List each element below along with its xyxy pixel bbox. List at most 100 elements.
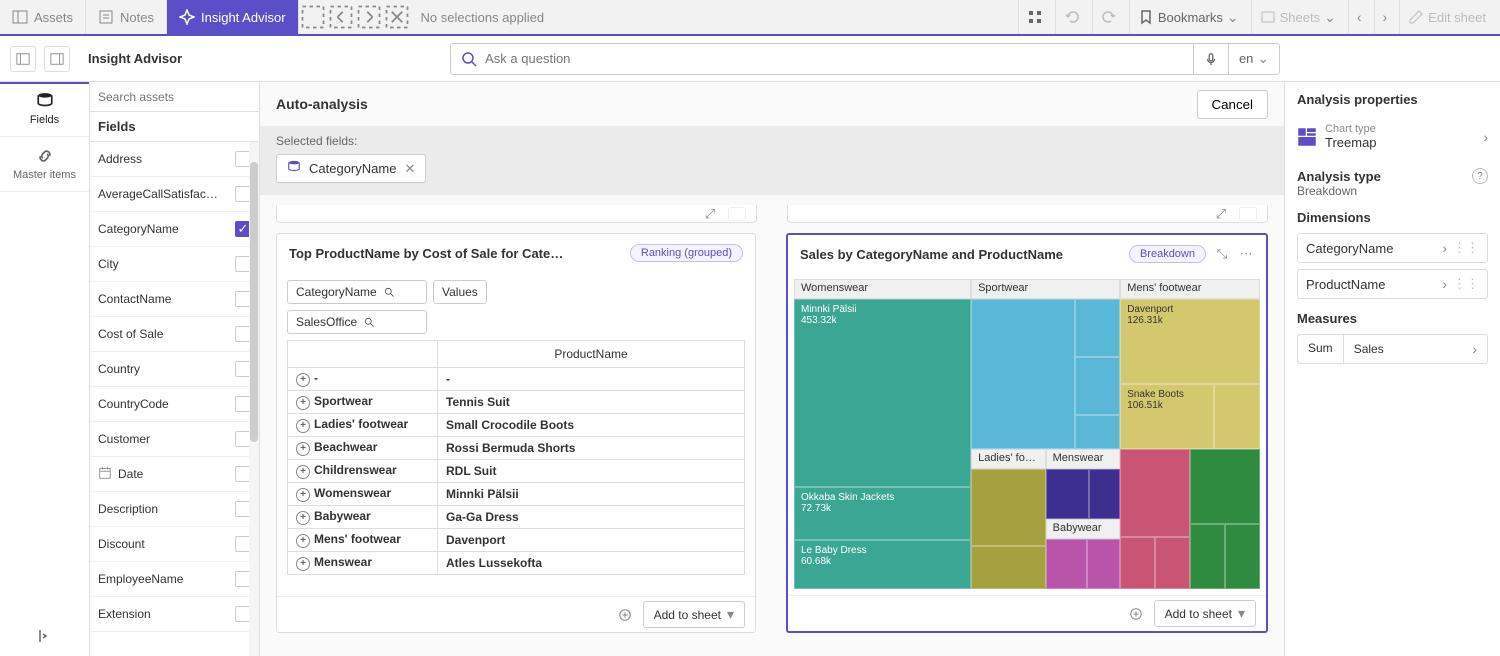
tm-sport-4[interactable]	[1075, 415, 1120, 449]
field-city[interactable]: City	[90, 247, 259, 282]
expand-icon[interactable]: +	[296, 488, 310, 502]
field-extension[interactable]: Extension	[90, 597, 259, 632]
pill-values[interactable]: Values	[433, 280, 487, 304]
drag-handle-icon[interactable]: ⋮⋮	[1453, 240, 1479, 256]
search-box[interactable]	[450, 43, 1194, 75]
table-row[interactable]: +WomenswearMinnki Pälsii	[288, 483, 745, 506]
tm-ladies-2[interactable]	[971, 546, 1046, 589]
fields-search-input[interactable]	[98, 82, 251, 111]
tm-baby-1[interactable]	[1046, 539, 1087, 589]
panel-left-button[interactable]	[10, 46, 36, 72]
scrollbar[interactable]	[249, 142, 259, 656]
selection-forward[interactable]	[355, 0, 383, 34]
tm-okkaba[interactable]: Okkaba Skin Jackets72.73k	[794, 487, 971, 540]
expand-icon[interactable]: +	[296, 442, 310, 456]
selection-clear[interactable]	[383, 0, 411, 34]
tab-assets[interactable]: Assets	[0, 0, 86, 34]
dim-productname[interactable]: ProductName›⋮⋮	[1297, 269, 1488, 299]
field-countrycode[interactable]: CountryCode	[90, 387, 259, 422]
tm-ladies-1[interactable]	[971, 469, 1046, 546]
language-dropdown[interactable]: en⌄	[1229, 43, 1280, 75]
rail-collapse[interactable]	[0, 616, 89, 656]
measure-name[interactable]: Sales›	[1344, 335, 1487, 363]
rail-fields[interactable]: Fields	[0, 82, 89, 137]
ask-question-input[interactable]	[485, 51, 1183, 66]
measure-agg[interactable]: Sum	[1298, 335, 1344, 363]
bookmarks-dropdown[interactable]: Bookmarks ⌄	[1129, 0, 1247, 34]
prev-sheet[interactable]: ‹	[1348, 0, 1370, 34]
field-customer[interactable]: Customer	[90, 422, 259, 457]
tm-sport-3[interactable]	[1075, 357, 1120, 415]
app-grid-button[interactable]	[1018, 0, 1051, 34]
expand-icon[interactable]: +	[296, 419, 310, 433]
expand-icon[interactable]: +	[296, 373, 310, 387]
table-row[interactable]: +ChildrenswearRDL Suit	[288, 460, 745, 483]
field-description[interactable]: Description	[90, 492, 259, 527]
chip-remove[interactable]: ✕	[404, 161, 415, 177]
table-row[interactable]: +Ladies' footwearSmall Crocodile Boots	[288, 414, 745, 437]
selection-tool-1[interactable]	[299, 0, 327, 34]
tm-green-2[interactable]	[1190, 524, 1225, 589]
tm-mens-1[interactable]	[1046, 469, 1089, 519]
mic-button[interactable]	[1194, 43, 1229, 75]
tm-green-3[interactable]	[1225, 524, 1260, 589]
add-to-sheet-button[interactable]: Add to sheet▾	[1154, 600, 1256, 627]
tab-notes[interactable]: Notes	[86, 0, 167, 34]
treemap-chart[interactable]: Womenswear Minnki Pälsii453.32k Okkaba S…	[794, 279, 1260, 589]
tm-baby-2[interactable]	[1087, 539, 1120, 589]
panel-right-button[interactable]	[44, 46, 70, 72]
tm-pink-1[interactable]	[1120, 449, 1190, 537]
help-icon[interactable]: ?	[1472, 168, 1488, 184]
field-discount[interactable]: Discount	[90, 527, 259, 562]
expand-icon[interactable]: +	[296, 396, 310, 410]
field-country[interactable]: Country	[90, 352, 259, 387]
explore-icon[interactable]: ⤢	[702, 206, 718, 222]
selected-chip-categoryname[interactable]: CategoryName ✕	[276, 154, 426, 183]
sheets-dropdown[interactable]: Sheets ⌄	[1251, 0, 1344, 34]
tm-pink-2[interactable]	[1120, 537, 1155, 589]
redo-button[interactable]	[1092, 0, 1125, 34]
chart-type-row[interactable]: Chart type Treemap ›	[1297, 117, 1488, 156]
add-to-sheet-button[interactable]: Add to sheet▾	[643, 601, 745, 628]
field-averagecallsatisfac[interactable]: AverageCallSatisfac…	[90, 177, 259, 212]
cancel-button[interactable]: Cancel	[1197, 90, 1269, 119]
table-row[interactable]: +MenswearAtles Lussekofta	[288, 552, 745, 575]
rail-master-items[interactable]: Master items	[0, 137, 89, 192]
tm-mf-3[interactable]	[1214, 384, 1260, 449]
field-employeename[interactable]: EmployeeName	[90, 562, 259, 597]
collapse-icon[interactable]: ⤡	[1214, 246, 1230, 262]
field-contactname[interactable]: ContactName	[90, 282, 259, 317]
expand-icon[interactable]: +	[296, 465, 310, 479]
tm-sport-1[interactable]	[971, 299, 1075, 449]
field-categoryname[interactable]: CategoryName✓	[90, 212, 259, 247]
table-row[interactable]: +Mens' footwearDavenport	[288, 529, 745, 552]
fields-search[interactable]	[90, 82, 259, 112]
tm-pink-3[interactable]	[1155, 537, 1190, 589]
expand-icon[interactable]: +	[296, 511, 310, 525]
measure-row[interactable]: Sum Sales›	[1297, 334, 1488, 364]
tm-minnki[interactable]: Minnki Pälsii453.32k	[794, 299, 971, 487]
dim-categoryname[interactable]: CategoryName›⋮⋮	[1297, 233, 1488, 263]
drag-handle-icon[interactable]: ⋮⋮	[1453, 276, 1479, 292]
tm-mens-2[interactable]	[1089, 469, 1120, 519]
explore-icon[interactable]	[1128, 606, 1144, 622]
pill-categoryname[interactable]: CategoryName	[287, 280, 427, 304]
tm-davenport[interactable]: Davenport126.31k	[1120, 299, 1260, 384]
tab-insight-advisor[interactable]: Insight Advisor	[167, 0, 299, 34]
explore-icon[interactable]	[617, 607, 633, 623]
expand-icon[interactable]: +	[296, 534, 310, 548]
more-icon[interactable]: ⋯	[1238, 246, 1254, 262]
field-address[interactable]: Address	[90, 142, 259, 177]
scrollbar-thumb[interactable]	[250, 162, 258, 442]
next-sheet[interactable]: ›	[1374, 0, 1396, 34]
undo-button[interactable]	[1055, 0, 1088, 34]
tm-green-1[interactable]	[1190, 449, 1260, 524]
field-costofsale[interactable]: Cost of Sale	[90, 317, 259, 352]
table-row[interactable]: +BabywearGa-Ga Dress	[288, 506, 745, 529]
pill-salesoffice[interactable]: SalesOffice	[287, 310, 427, 334]
table-row[interactable]: +SportwearTennis Suit	[288, 391, 745, 414]
expand-icon[interactable]: +	[296, 557, 310, 571]
field-date[interactable]: Date	[90, 457, 259, 492]
tm-sport-2[interactable]	[1075, 299, 1120, 357]
tm-lebaby[interactable]: Le Baby Dress60.68k	[794, 540, 971, 589]
